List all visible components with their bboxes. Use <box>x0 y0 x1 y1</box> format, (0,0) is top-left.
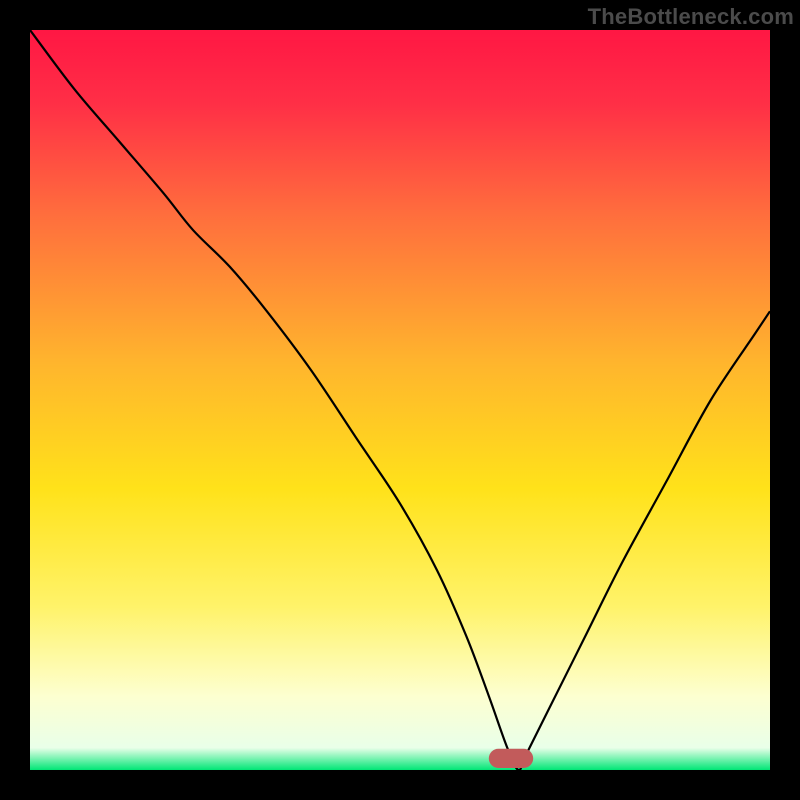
gradient-background <box>30 30 770 770</box>
chart-svg <box>30 30 770 770</box>
plot-area <box>30 30 770 770</box>
watermark-text: TheBottleneck.com <box>588 4 794 30</box>
optimal-marker <box>489 749 533 768</box>
chart-frame: TheBottleneck.com <box>0 0 800 800</box>
